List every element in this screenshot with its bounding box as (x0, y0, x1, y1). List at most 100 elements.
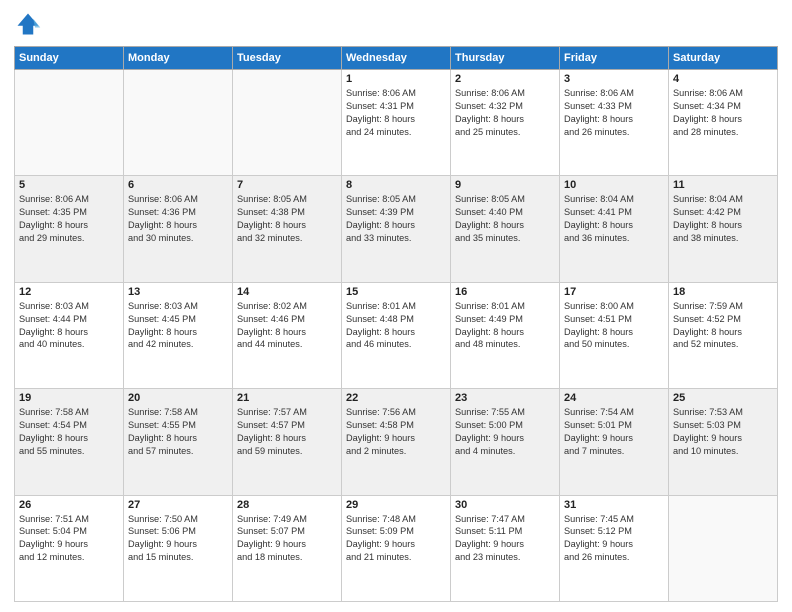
day-info: Sunrise: 8:06 AM Sunset: 4:31 PM Dayligh… (346, 87, 446, 139)
day-info: Sunrise: 8:05 AM Sunset: 4:38 PM Dayligh… (237, 193, 337, 245)
calendar-cell: 29 Sunrise: 7:48 AM Sunset: 5:09 PM Dayli… (342, 495, 451, 601)
day-info: Sunrise: 8:06 AM Sunset: 4:35 PM Dayligh… (19, 193, 119, 245)
weekday-header: Thursday (451, 47, 560, 70)
weekday-header: Tuesday (233, 47, 342, 70)
day-number: 21 (237, 392, 337, 404)
day-number: 6 (128, 179, 228, 191)
calendar-header-row: SundayMondayTuesdayWednesdayThursdayFrid… (15, 47, 778, 70)
calendar-cell: 17 Sunrise: 8:00 AM Sunset: 4:51 PM Dayli… (560, 282, 669, 388)
calendar-cell: 6 Sunrise: 8:06 AM Sunset: 4:36 PM Daylig… (124, 176, 233, 282)
calendar-cell: 3 Sunrise: 8:06 AM Sunset: 4:33 PM Daylig… (560, 70, 669, 176)
calendar-cell: 14 Sunrise: 8:02 AM Sunset: 4:46 PM Dayli… (233, 282, 342, 388)
day-number: 15 (346, 286, 446, 298)
calendar-cell: 7 Sunrise: 8:05 AM Sunset: 4:38 PM Daylig… (233, 176, 342, 282)
day-number: 19 (19, 392, 119, 404)
day-info: Sunrise: 8:03 AM Sunset: 4:45 PM Dayligh… (128, 300, 228, 352)
day-number: 22 (346, 392, 446, 404)
day-number: 28 (237, 499, 337, 511)
calendar-cell: 8 Sunrise: 8:05 AM Sunset: 4:39 PM Daylig… (342, 176, 451, 282)
day-number: 2 (455, 73, 555, 85)
day-info: Sunrise: 8:01 AM Sunset: 4:49 PM Dayligh… (455, 300, 555, 352)
day-info: Sunrise: 8:06 AM Sunset: 4:36 PM Dayligh… (128, 193, 228, 245)
day-info: Sunrise: 8:06 AM Sunset: 4:33 PM Dayligh… (564, 87, 664, 139)
weekday-header: Friday (560, 47, 669, 70)
calendar-cell: 19 Sunrise: 7:58 AM Sunset: 4:54 PM Dayli… (15, 389, 124, 495)
calendar-table: SundayMondayTuesdayWednesdayThursdayFrid… (14, 46, 778, 602)
calendar-cell (669, 495, 778, 601)
day-info: Sunrise: 8:00 AM Sunset: 4:51 PM Dayligh… (564, 300, 664, 352)
calendar-cell: 25 Sunrise: 7:53 AM Sunset: 5:03 PM Dayli… (669, 389, 778, 495)
header (14, 10, 778, 38)
calendar-cell: 18 Sunrise: 7:59 AM Sunset: 4:52 PM Dayli… (669, 282, 778, 388)
day-number: 29 (346, 499, 446, 511)
day-number: 1 (346, 73, 446, 85)
day-number: 3 (564, 73, 664, 85)
day-number: 24 (564, 392, 664, 404)
day-number: 25 (673, 392, 773, 404)
calendar-cell: 20 Sunrise: 7:58 AM Sunset: 4:55 PM Dayli… (124, 389, 233, 495)
day-info: Sunrise: 7:58 AM Sunset: 4:54 PM Dayligh… (19, 406, 119, 458)
day-info: Sunrise: 8:06 AM Sunset: 4:34 PM Dayligh… (673, 87, 773, 139)
day-number: 9 (455, 179, 555, 191)
day-info: Sunrise: 7:59 AM Sunset: 4:52 PM Dayligh… (673, 300, 773, 352)
day-info: Sunrise: 7:53 AM Sunset: 5:03 PM Dayligh… (673, 406, 773, 458)
calendar-cell: 11 Sunrise: 8:04 AM Sunset: 4:42 PM Dayli… (669, 176, 778, 282)
day-info: Sunrise: 7:50 AM Sunset: 5:06 PM Dayligh… (128, 513, 228, 565)
calendar-cell: 28 Sunrise: 7:49 AM Sunset: 5:07 PM Dayli… (233, 495, 342, 601)
day-info: Sunrise: 8:05 AM Sunset: 4:39 PM Dayligh… (346, 193, 446, 245)
calendar-cell: 15 Sunrise: 8:01 AM Sunset: 4:48 PM Dayli… (342, 282, 451, 388)
calendar-week-row: 19 Sunrise: 7:58 AM Sunset: 4:54 PM Dayli… (15, 389, 778, 495)
day-number: 30 (455, 499, 555, 511)
day-number: 7 (237, 179, 337, 191)
day-number: 20 (128, 392, 228, 404)
day-info: Sunrise: 8:03 AM Sunset: 4:44 PM Dayligh… (19, 300, 119, 352)
day-info: Sunrise: 7:45 AM Sunset: 5:12 PM Dayligh… (564, 513, 664, 565)
weekday-header: Monday (124, 47, 233, 70)
day-info: Sunrise: 7:58 AM Sunset: 4:55 PM Dayligh… (128, 406, 228, 458)
calendar-week-row: 26 Sunrise: 7:51 AM Sunset: 5:04 PM Dayli… (15, 495, 778, 601)
day-info: Sunrise: 8:01 AM Sunset: 4:48 PM Dayligh… (346, 300, 446, 352)
logo (14, 10, 46, 38)
day-number: 13 (128, 286, 228, 298)
logo-icon (14, 10, 42, 38)
day-number: 12 (19, 286, 119, 298)
weekday-header: Saturday (669, 47, 778, 70)
weekday-header: Wednesday (342, 47, 451, 70)
day-number: 8 (346, 179, 446, 191)
calendar-cell: 31 Sunrise: 7:45 AM Sunset: 5:12 PM Dayli… (560, 495, 669, 601)
day-info: Sunrise: 8:04 AM Sunset: 4:42 PM Dayligh… (673, 193, 773, 245)
day-info: Sunrise: 7:49 AM Sunset: 5:07 PM Dayligh… (237, 513, 337, 565)
calendar-week-row: 1 Sunrise: 8:06 AM Sunset: 4:31 PM Daylig… (15, 70, 778, 176)
calendar-week-row: 12 Sunrise: 8:03 AM Sunset: 4:44 PM Dayli… (15, 282, 778, 388)
day-info: Sunrise: 7:48 AM Sunset: 5:09 PM Dayligh… (346, 513, 446, 565)
calendar-cell: 16 Sunrise: 8:01 AM Sunset: 4:49 PM Dayli… (451, 282, 560, 388)
day-info: Sunrise: 7:47 AM Sunset: 5:11 PM Dayligh… (455, 513, 555, 565)
calendar-cell: 10Sunrise: 8:04 AM Sunset: 4:41 PM Dayli… (560, 176, 669, 282)
day-info: Sunrise: 8:06 AM Sunset: 4:32 PM Dayligh… (455, 87, 555, 139)
page: SundayMondayTuesdayWednesdayThursdayFrid… (0, 0, 792, 612)
calendar-cell: 23Sunrise: 7:55 AM Sunset: 5:00 PM Dayli… (451, 389, 560, 495)
calendar-week-row: 5 Sunrise: 8:06 AM Sunset: 4:35 PM Daylig… (15, 176, 778, 282)
day-info: Sunrise: 7:55 AM Sunset: 5:00 PM Dayligh… (455, 406, 555, 458)
day-number: 26 (19, 499, 119, 511)
day-number: 5 (19, 179, 119, 191)
day-info: Sunrise: 8:02 AM Sunset: 4:46 PM Dayligh… (237, 300, 337, 352)
day-number: 18 (673, 286, 773, 298)
calendar-cell: 22 Sunrise: 7:56 AM Sunset: 4:58 PM Dayli… (342, 389, 451, 495)
day-info: Sunrise: 8:05 AM Sunset: 4:40 PM Dayligh… (455, 193, 555, 245)
day-number: 14 (237, 286, 337, 298)
weekday-header: Sunday (15, 47, 124, 70)
calendar-cell (15, 70, 124, 176)
day-number: 16 (455, 286, 555, 298)
calendar-cell: 30 Sunrise: 7:47 AM Sunset: 5:11 PM Dayli… (451, 495, 560, 601)
day-number: 17 (564, 286, 664, 298)
calendar-cell: 1 Sunrise: 8:06 AM Sunset: 4:31 PM Daylig… (342, 70, 451, 176)
calendar-cell: 4Sunrise: 8:06 AM Sunset: 4:34 PM Daylig… (669, 70, 778, 176)
day-info: Sunrise: 7:54 AM Sunset: 5:01 PM Dayligh… (564, 406, 664, 458)
day-info: Sunrise: 7:51 AM Sunset: 5:04 PM Dayligh… (19, 513, 119, 565)
calendar-cell: 21Sunrise: 7:57 AM Sunset: 4:57 PM Dayli… (233, 389, 342, 495)
day-number: 27 (128, 499, 228, 511)
day-number: 31 (564, 499, 664, 511)
day-number: 11 (673, 179, 773, 191)
day-info: Sunrise: 7:56 AM Sunset: 4:58 PM Dayligh… (346, 406, 446, 458)
